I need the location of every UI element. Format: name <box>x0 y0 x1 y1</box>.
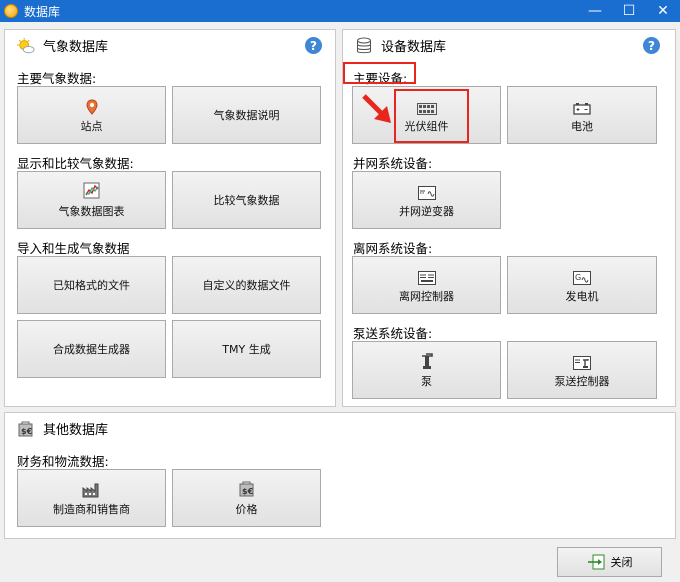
pump-controller-button[interactable]: 泵送控制器 <box>507 341 657 399</box>
station-button[interactable]: 站点 <box>17 86 166 144</box>
svg-text:$€: $€ <box>242 487 254 496</box>
weather-panel-title: 气象数据库 <box>17 36 108 55</box>
factory-icon <box>82 480 102 498</box>
weather-database-panel: 气象数据库 ? 主要气象数据: 站点 气象数据说明 显示和比较气象数据: 气象数… <box>4 29 336 407</box>
known-format-file-button[interactable]: 已知格式的文件 <box>17 256 166 314</box>
prices-button[interactable]: $€ 价格 <box>172 469 321 527</box>
manufacturers-label: 制造商和销售商 <box>53 502 130 516</box>
weather-data-description-button[interactable]: 气象数据说明 <box>172 86 321 144</box>
custom-data-file-label: 自定义的数据文件 <box>202 279 291 292</box>
manufacturers-button[interactable]: 制造商和销售商 <box>17 469 166 527</box>
app-icon <box>4 4 18 18</box>
battery-button[interactable]: 电池 <box>507 86 657 144</box>
grid-inverter-button[interactable]: 并网逆变器 <box>352 171 501 229</box>
price-tag-icon: $€ <box>238 480 256 498</box>
compare-weather-label: 显示和比较气象数据: <box>17 156 134 171</box>
exit-icon <box>587 554 605 570</box>
window-title: 数据库 <box>24 4 61 19</box>
custom-data-file-button[interactable]: 自定义的数据文件 <box>172 256 321 314</box>
weather-data-description-label: 气象数据说明 <box>213 109 280 122</box>
finance-logistics-label: 财务和物流数据: <box>17 454 109 469</box>
svg-text:G: G <box>575 273 581 282</box>
pump-equipment-label: 泵送系统设备: <box>353 326 433 341</box>
generator-label: 发电机 <box>565 289 599 303</box>
prices-label: 价格 <box>235 502 258 516</box>
pump-label: 泵 <box>421 374 432 388</box>
pump-controller-label: 泵送控制器 <box>554 374 610 388</box>
compare-weather-button[interactable]: 比较气象数据 <box>172 171 321 229</box>
inverter-icon <box>417 182 436 200</box>
database-icon <box>355 37 373 55</box>
pv-module-highlight <box>394 89 469 143</box>
offgrid-controller-label: 离网控制器 <box>399 289 454 303</box>
sun-cloud-icon <box>17 37 35 55</box>
weather-panel-title-text: 气象数据库 <box>43 40 109 55</box>
synthetic-generator-label: 合成数据生成器 <box>53 343 130 356</box>
main-weather-label: 主要气象数据: <box>17 71 97 86</box>
tmy-generation-button[interactable]: TMY 生成 <box>172 320 321 378</box>
grid-equipment-label: 并网系统设备: <box>353 156 433 171</box>
weather-chart-label: 气象数据图表 <box>58 204 125 218</box>
main-equipment-highlight <box>343 62 416 84</box>
chart-icon <box>83 182 101 200</box>
price-tag-icon: $€ <box>17 420 35 438</box>
battery-label: 电池 <box>571 119 593 133</box>
location-pin-icon <box>85 97 98 115</box>
minimize-button[interactable]: — <box>578 0 612 22</box>
other-database-panel: $€ 其他数据库 财务和物流数据: 制造商和销售商 $€ 价格 <box>4 412 676 539</box>
known-format-file-label: 已知格式的文件 <box>53 279 130 292</box>
import-weather-label: 导入和生成气象数据 <box>17 241 130 256</box>
close-window-button[interactable]: ✕ <box>646 0 680 22</box>
tmy-generation-label: TMY 生成 <box>222 343 271 356</box>
svg-text:$€: $€ <box>21 427 33 436</box>
equipment-panel-title-text: 设备数据库 <box>381 40 447 55</box>
pump-button[interactable]: 泵 <box>352 341 501 399</box>
grid-inverter-label: 并网逆变器 <box>399 204 454 218</box>
equipment-help-icon[interactable]: ? <box>643 37 660 54</box>
offgrid-controller-button[interactable]: 离网控制器 <box>352 256 501 314</box>
weather-chart-button[interactable]: 气象数据图表 <box>17 171 166 229</box>
close-dialog-button[interactable]: 关闭 <box>557 547 662 577</box>
red-arrow-icon <box>362 94 391 123</box>
window-controls: — ☐ ✕ <box>578 0 680 22</box>
other-panel-title: $€ 其他数据库 <box>17 419 108 438</box>
title-bar: 数据库 — ☐ ✕ <box>0 0 680 22</box>
offgrid-equipment-label: 离网系统设备: <box>353 241 433 256</box>
compare-weather-button-label: 比较气象数据 <box>213 194 280 207</box>
other-panel-title-text: 其他数据库 <box>43 423 109 438</box>
equipment-database-panel: 设备数据库 ? 主要设备: 光伏组件 电池 并网系统设备: 并网逆变器 离网系统… <box>342 29 676 407</box>
generator-icon: G <box>573 267 591 285</box>
equipment-panel-title: 设备数据库 <box>355 36 446 55</box>
controller-icon <box>417 267 436 285</box>
close-label: 关闭 <box>610 556 633 569</box>
generator-button[interactable]: G 发电机 <box>507 256 657 314</box>
station-label: 站点 <box>80 119 103 133</box>
maximize-button[interactable]: ☐ <box>612 0 646 22</box>
pump-controller-icon <box>573 352 591 370</box>
synthetic-generator-button[interactable]: 合成数据生成器 <box>17 320 166 378</box>
weather-help-icon[interactable]: ? <box>305 37 322 54</box>
pump-icon <box>420 352 434 370</box>
battery-icon <box>573 97 591 115</box>
